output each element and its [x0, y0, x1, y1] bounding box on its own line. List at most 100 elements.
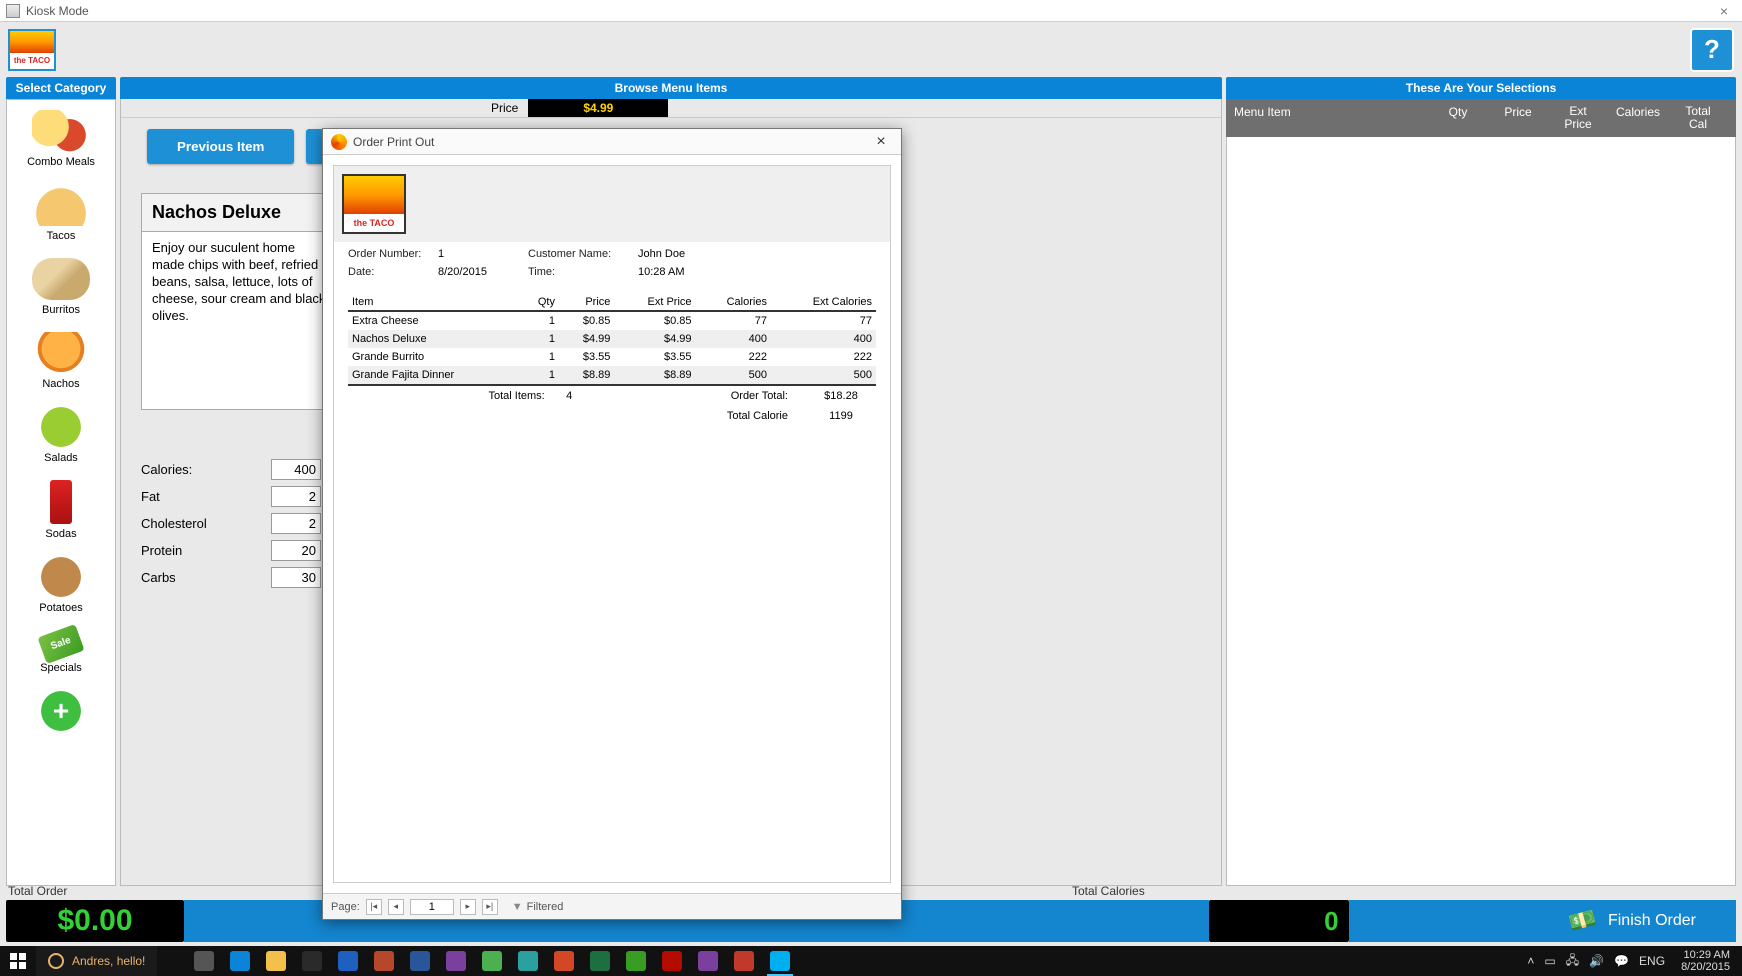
sidebar-header: Select Category — [6, 77, 116, 99]
start-button[interactable] — [0, 946, 36, 976]
selections-header: These Are Your Selections — [1226, 77, 1736, 99]
taskbar-date: 8/20/2015 — [1681, 961, 1730, 973]
nutrition-table: Calories: 400Fat 2Cholesterol 2Protein 2… — [141, 459, 321, 594]
taskbar-app-outlook[interactable] — [331, 946, 365, 976]
category-item[interactable]: Specials — [7, 624, 115, 684]
category-thumb — [32, 110, 90, 152]
taskbar-app-word[interactable] — [403, 946, 437, 976]
tray-notifications-icon[interactable]: 💬 — [1614, 954, 1629, 968]
category-item[interactable]: Sodas — [7, 474, 115, 550]
taskbar-app-powerpoint[interactable] — [547, 946, 581, 976]
taskbar-app-acrobat[interactable] — [655, 946, 689, 976]
taskbar-app-onenote2[interactable] — [691, 946, 725, 976]
window-titlebar: Kiosk Mode × — [0, 0, 1742, 22]
receipt-col: Ext Price — [614, 294, 695, 311]
col-price: Price — [1488, 105, 1548, 131]
nutrition-value: 20 — [271, 540, 321, 561]
nutrition-value: 400 — [271, 459, 321, 480]
chrome-icon — [482, 951, 502, 971]
system-tray[interactable]: ˄ ▭ 🖧 🔊 💬 ENG 10:29 AM 8/20/2015 — [1527, 949, 1742, 973]
category-item[interactable]: Nachos — [7, 326, 115, 400]
taskbar-clock[interactable]: 10:29 AM 8/20/2015 — [1675, 949, 1736, 973]
category-list[interactable]: Combo Meals Tacos Burritos Nachos Salads… — [6, 99, 116, 886]
taskbar-app-excel[interactable] — [583, 946, 617, 976]
previous-item-button[interactable]: Previous Item — [147, 129, 294, 164]
pager-last-button[interactable]: ▸| — [482, 899, 498, 915]
tray-network-icon[interactable]: 🖧 — [1566, 951, 1579, 972]
receipt-total-calories-row: Total Calorie 1199 — [348, 406, 876, 426]
receipt-row: Nachos Deluxe1$4.99$4.99400400 — [348, 330, 876, 348]
nutrition-value: 2 — [271, 513, 321, 534]
taskbar-apps — [187, 946, 797, 976]
app-logo: the TACO MAKER — [8, 29, 56, 71]
taskbar-app-store[interactable] — [295, 946, 329, 976]
onenote2-icon — [698, 951, 718, 971]
taskbar-app-taskview[interactable] — [187, 946, 221, 976]
col-total-cal: TotalCal — [1668, 105, 1728, 131]
category-label: Potatoes — [39, 602, 82, 614]
taskbar-app-utorrent[interactable] — [619, 946, 653, 976]
logo-text: the TACO MAKER — [10, 53, 54, 69]
app2-icon — [734, 951, 754, 971]
col-menu-item: Menu Item — [1234, 105, 1428, 131]
taskbar-app-access[interactable] — [367, 946, 401, 976]
cortana-search[interactable]: Andres, hello! — [36, 946, 157, 976]
pager-label: Page: — [331, 901, 360, 913]
pager-page-input[interactable] — [410, 899, 454, 915]
filter-icon[interactable]: ▼ — [512, 901, 523, 913]
receipt-total-items-row: Total Items: 4 Order Total: $18.28 — [348, 384, 876, 406]
receipt-row: Grande Burrito1$3.55$3.55222222 — [348, 348, 876, 366]
taskbar-app-explorer[interactable] — [259, 946, 293, 976]
window-close-icon[interactable]: × — [1712, 3, 1736, 19]
cortana-text: Andres, hello! — [72, 954, 145, 968]
excel-icon — [590, 951, 610, 971]
category-label: Nachos — [42, 378, 79, 390]
tray-battery-icon[interactable]: ▭ — [1544, 954, 1555, 968]
nutrition-value: 30 — [271, 567, 321, 588]
pager-first-button[interactable]: |◂ — [366, 899, 382, 915]
tray-language[interactable]: ENG — [1639, 954, 1665, 968]
tray-chevron-up-icon[interactable]: ˄ — [1527, 954, 1534, 968]
cortana-icon — [48, 953, 64, 969]
help-button[interactable]: ? — [1690, 28, 1734, 72]
taskbar-app-onenote[interactable] — [439, 946, 473, 976]
taskbar-app-edge[interactable] — [223, 946, 257, 976]
access-icon — [374, 951, 394, 971]
dialog-titlebar[interactable]: Order Print Out × — [323, 129, 901, 155]
receipt-logo: the TACO MAKER — [342, 174, 406, 234]
category-item[interactable]: Potatoes — [7, 550, 115, 624]
category-item[interactable]: Burritos — [7, 252, 115, 326]
tray-volume-icon[interactable]: 🔊 — [1589, 954, 1604, 968]
pager-next-button[interactable]: ▸ — [460, 899, 476, 915]
receipt-customer-name: John Doe — [638, 248, 876, 260]
total-calories-value: 0 — [1209, 900, 1349, 942]
receipt-col: Calories — [696, 294, 771, 311]
window-title: Kiosk Mode — [26, 4, 89, 18]
edge-icon — [230, 951, 250, 971]
col-ext-price: ExtPrice — [1548, 105, 1608, 131]
cash-icon: 💵 — [1566, 905, 1599, 937]
category-item[interactable]: Salads — [7, 400, 115, 474]
category-label: Salads — [44, 452, 78, 464]
price-header: Price $4.99 — [121, 99, 1221, 118]
utorrent-icon — [626, 951, 646, 971]
pager-filter-label[interactable]: Filtered — [527, 901, 564, 913]
item-price: $4.99 — [528, 99, 668, 117]
pager-prev-button[interactable]: ◂ — [388, 899, 404, 915]
category-item[interactable] — [7, 684, 115, 746]
taskbar-app-app2[interactable] — [727, 946, 761, 976]
nutrition-key: Cholesterol — [141, 516, 271, 531]
category-thumb — [37, 624, 84, 664]
nutrition-row: Fat 2 — [141, 486, 321, 507]
nutrition-row: Calories: 400 — [141, 459, 321, 480]
dialog-close-icon[interactable]: × — [869, 134, 893, 150]
finish-order-button[interactable]: 💵 Finish Order — [1529, 900, 1736, 942]
taskbar-app-app1[interactable] — [511, 946, 545, 976]
app-header: the TACO MAKER ? — [0, 22, 1742, 77]
category-thumb — [32, 184, 90, 226]
taskbar-app-chrome[interactable] — [475, 946, 509, 976]
category-item[interactable]: Combo Meals — [7, 104, 115, 178]
taskbar-app-skype[interactable] — [763, 946, 797, 976]
price-label: Price — [481, 99, 528, 117]
category-item[interactable]: Tacos — [7, 178, 115, 252]
